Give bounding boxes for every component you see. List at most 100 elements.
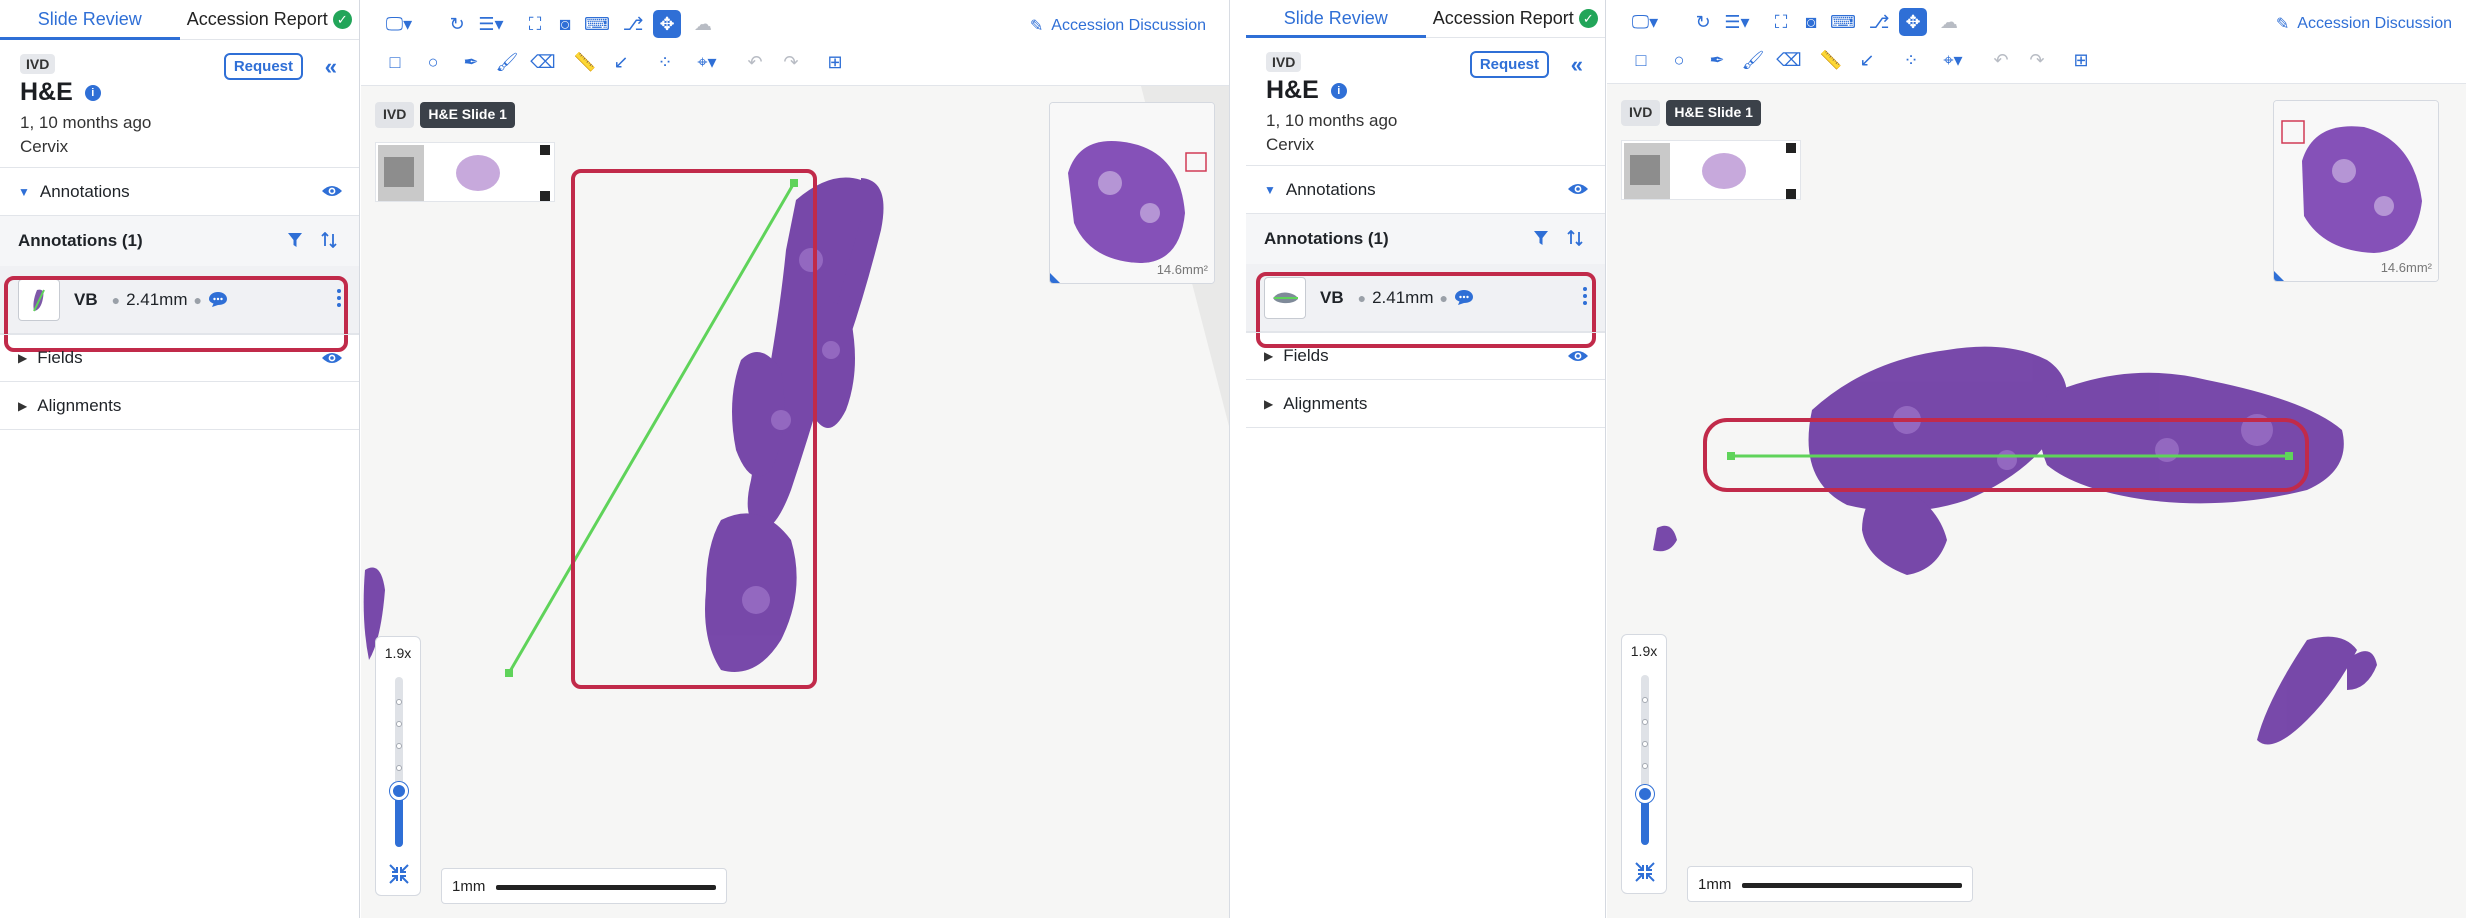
eraser-tool-icon[interactable]: ⌫ [529,48,557,76]
pan-tool-icon[interactable]: ✥ [1899,8,1927,36]
points-tool-icon[interactable]: ⁘ [651,48,679,76]
eye-icon[interactable] [1567,349,1589,363]
annotations-section[interactable]: ▼ Annotations [1246,166,1605,214]
request-button[interactable]: Request [1469,51,1549,78]
annotation-item[interactable]: VB ● 2.41mm ● [0,266,359,334]
annotations-section[interactable]: ▼ Annotations [0,168,359,216]
filter-icon[interactable] [287,232,303,248]
eye-icon[interactable] [321,184,343,198]
display-menu-icon[interactable]: 🖵▾ [1627,8,1663,36]
request-button[interactable]: Request [223,53,303,80]
measure-tool-icon[interactable]: ↙ [1853,46,1881,74]
minimap[interactable]: 14.6mm² [1049,102,1215,284]
zoom-slider[interactable] [1636,675,1654,845]
target-menu-icon[interactable]: ⌖▾ [687,48,727,76]
tissue-type: Cervix [20,137,69,156]
zoom-knob[interactable] [390,782,408,800]
alignments-section[interactable]: ▶ Alignments [0,382,359,430]
minimap[interactable]: 14.6mm² [2273,100,2439,282]
comment-icon[interactable] [208,291,228,308]
annotation-item[interactable]: VB ● 2.41mm ● [1246,264,1605,332]
accession-discussion-link[interactable]: ✎ Accession Discussion [1030,16,1206,36]
tab-accession-report[interactable]: Accession Report ✓ [1426,0,1606,37]
fields-section[interactable]: ▶ Fields [0,334,359,382]
rectangle-tool-icon[interactable]: □ [381,48,409,76]
redo-icon[interactable]: ↷ [2023,46,2051,74]
tab-accession-report[interactable]: Accession Report ✓ [180,0,360,39]
eye-icon[interactable] [1567,182,1589,196]
slide-viewer[interactable]: 🖵▾ ↻ ☰▾ ⛶ ◙ ⌨ ⎇ ✥ ☁ □ ○ ✒ 🖌 ⌫ 📏 ↙ ⁘ ⌖▾ ↶… [1607,0,2466,918]
camera-icon[interactable]: ◙ [1797,8,1825,36]
ruler-tool-icon[interactable]: 📏 [1817,46,1845,74]
adjustments-menu-icon[interactable]: ☰▾ [473,10,509,38]
filter-icon[interactable] [1533,230,1549,246]
keyboard-icon[interactable]: ⌨ [1829,8,1857,36]
info-icon[interactable]: i [1330,82,1347,99]
slide-info: IVD H&E i 1, 10 months ago Cervix Request… [1246,38,1605,166]
zoom-knob[interactable] [1636,785,1654,803]
more-options-icon[interactable] [337,289,341,307]
sort-icon[interactable] [1567,230,1583,246]
add-panel-icon[interactable]: ⊞ [821,48,849,76]
collapse-panel-icon[interactable]: « [325,54,337,80]
slide-info: IVD H&E i 1, 10 months ago Cervix Request… [0,40,359,168]
annotations-count: Annotations (1) [1264,229,1389,248]
comment-icon[interactable] [1454,289,1474,306]
camera-icon[interactable]: ◙ [551,10,579,38]
brush-tool-icon[interactable]: 🖌 [1739,46,1767,74]
fit-to-screen-icon[interactable] [388,863,410,885]
target-menu-icon[interactable]: ⌖▾ [1933,46,1973,74]
collapse-panel-icon[interactable]: « [1571,52,1583,78]
ellipse-tool-icon[interactable]: ○ [1665,46,1693,74]
zoom-slider[interactable] [390,677,408,847]
fit-to-screen-icon[interactable] [1634,861,1656,883]
undo-icon[interactable]: ↶ [1987,46,2015,74]
brush-tool-icon[interactable]: 🖌 [493,48,521,76]
alignments-section[interactable]: ▶ Alignments [1246,380,1605,428]
rectangle-tool-icon[interactable]: □ [1627,46,1655,74]
rotate-icon[interactable]: ↻ [443,10,471,38]
fullscreen-icon[interactable]: ⛶ [521,10,549,38]
display-menu-icon[interactable]: 🖵▾ [381,10,417,38]
check-icon: ✓ [1578,9,1598,28]
section-label: Fields [1283,346,1329,365]
keyboard-icon[interactable]: ⌨ [583,10,611,38]
rotate-icon[interactable]: ↻ [1689,8,1717,36]
pen-tool-icon[interactable]: ✒ [1703,46,1731,74]
measure-tool-icon[interactable]: ↙ [607,48,635,76]
ellipse-tool-icon[interactable]: ○ [419,48,447,76]
fields-section[interactable]: ▶ Fields [1246,332,1605,380]
screenshot-rotated-tissue: Slide Review Accession Report ✓ IVD H&E i … [0,0,1230,918]
tab-slide-review[interactable]: Slide Review [1246,0,1426,38]
zoom-level: 1.9x [384,645,412,661]
slide-label-strip[interactable] [1621,140,1801,200]
zoom-control[interactable]: 1.9x [375,636,421,896]
eye-icon[interactable] [321,351,343,365]
share-icon[interactable]: ⎇ [619,10,647,38]
side-panel: Slide Review Accession Report ✓ IVD H&E i … [1246,0,1606,918]
cloud-icon[interactable]: ☁ [689,10,717,38]
tab-slide-review[interactable]: Slide Review [0,0,180,40]
pen-tool-icon[interactable]: ✒ [457,48,485,76]
eraser-tool-icon[interactable]: ⌫ [1775,46,1803,74]
points-tool-icon[interactable]: ⁘ [1897,46,1925,74]
zoom-control[interactable]: 1.9x [1621,634,1667,894]
fullscreen-icon[interactable]: ⛶ [1767,8,1795,36]
viewer-toolbar: 🖵▾ ↻ ☰▾ ⛶ ◙ ⌨ ⎇ ✥ ☁ □ ○ ✒ 🖌 ⌫ 📏 ↙ ⁘ ⌖▾ ↶… [1607,0,2466,84]
adjustments-menu-icon[interactable]: ☰▾ [1719,8,1755,36]
sort-icon[interactable] [321,232,337,248]
slide-label-strip[interactable] [375,142,555,202]
cloud-icon[interactable]: ☁ [1935,8,1963,36]
pan-tool-icon[interactable]: ✥ [653,10,681,38]
slide-viewer[interactable]: 🖵▾ ↻ ☰▾ ⛶ ◙ ⌨ ⎇ ✥ ☁ □ ○ ✒ 🖌 ⌫ 📏 ↙ ⁘ ⌖▾ ↶… [361,0,1229,918]
more-options-icon[interactable] [1583,287,1587,305]
add-panel-icon[interactable]: ⊞ [2067,46,2095,74]
info-icon[interactable]: i [84,84,101,101]
redo-icon[interactable]: ↷ [777,48,805,76]
ruler-tool-icon[interactable]: 📏 [571,48,599,76]
accession-discussion-link[interactable]: ✎ Accession Discussion [2276,14,2452,34]
undo-icon[interactable]: ↶ [741,48,769,76]
edit-note-icon: ✎ [1029,18,1044,35]
scale-label: 1mm [452,877,486,895]
share-icon[interactable]: ⎇ [1865,8,1893,36]
